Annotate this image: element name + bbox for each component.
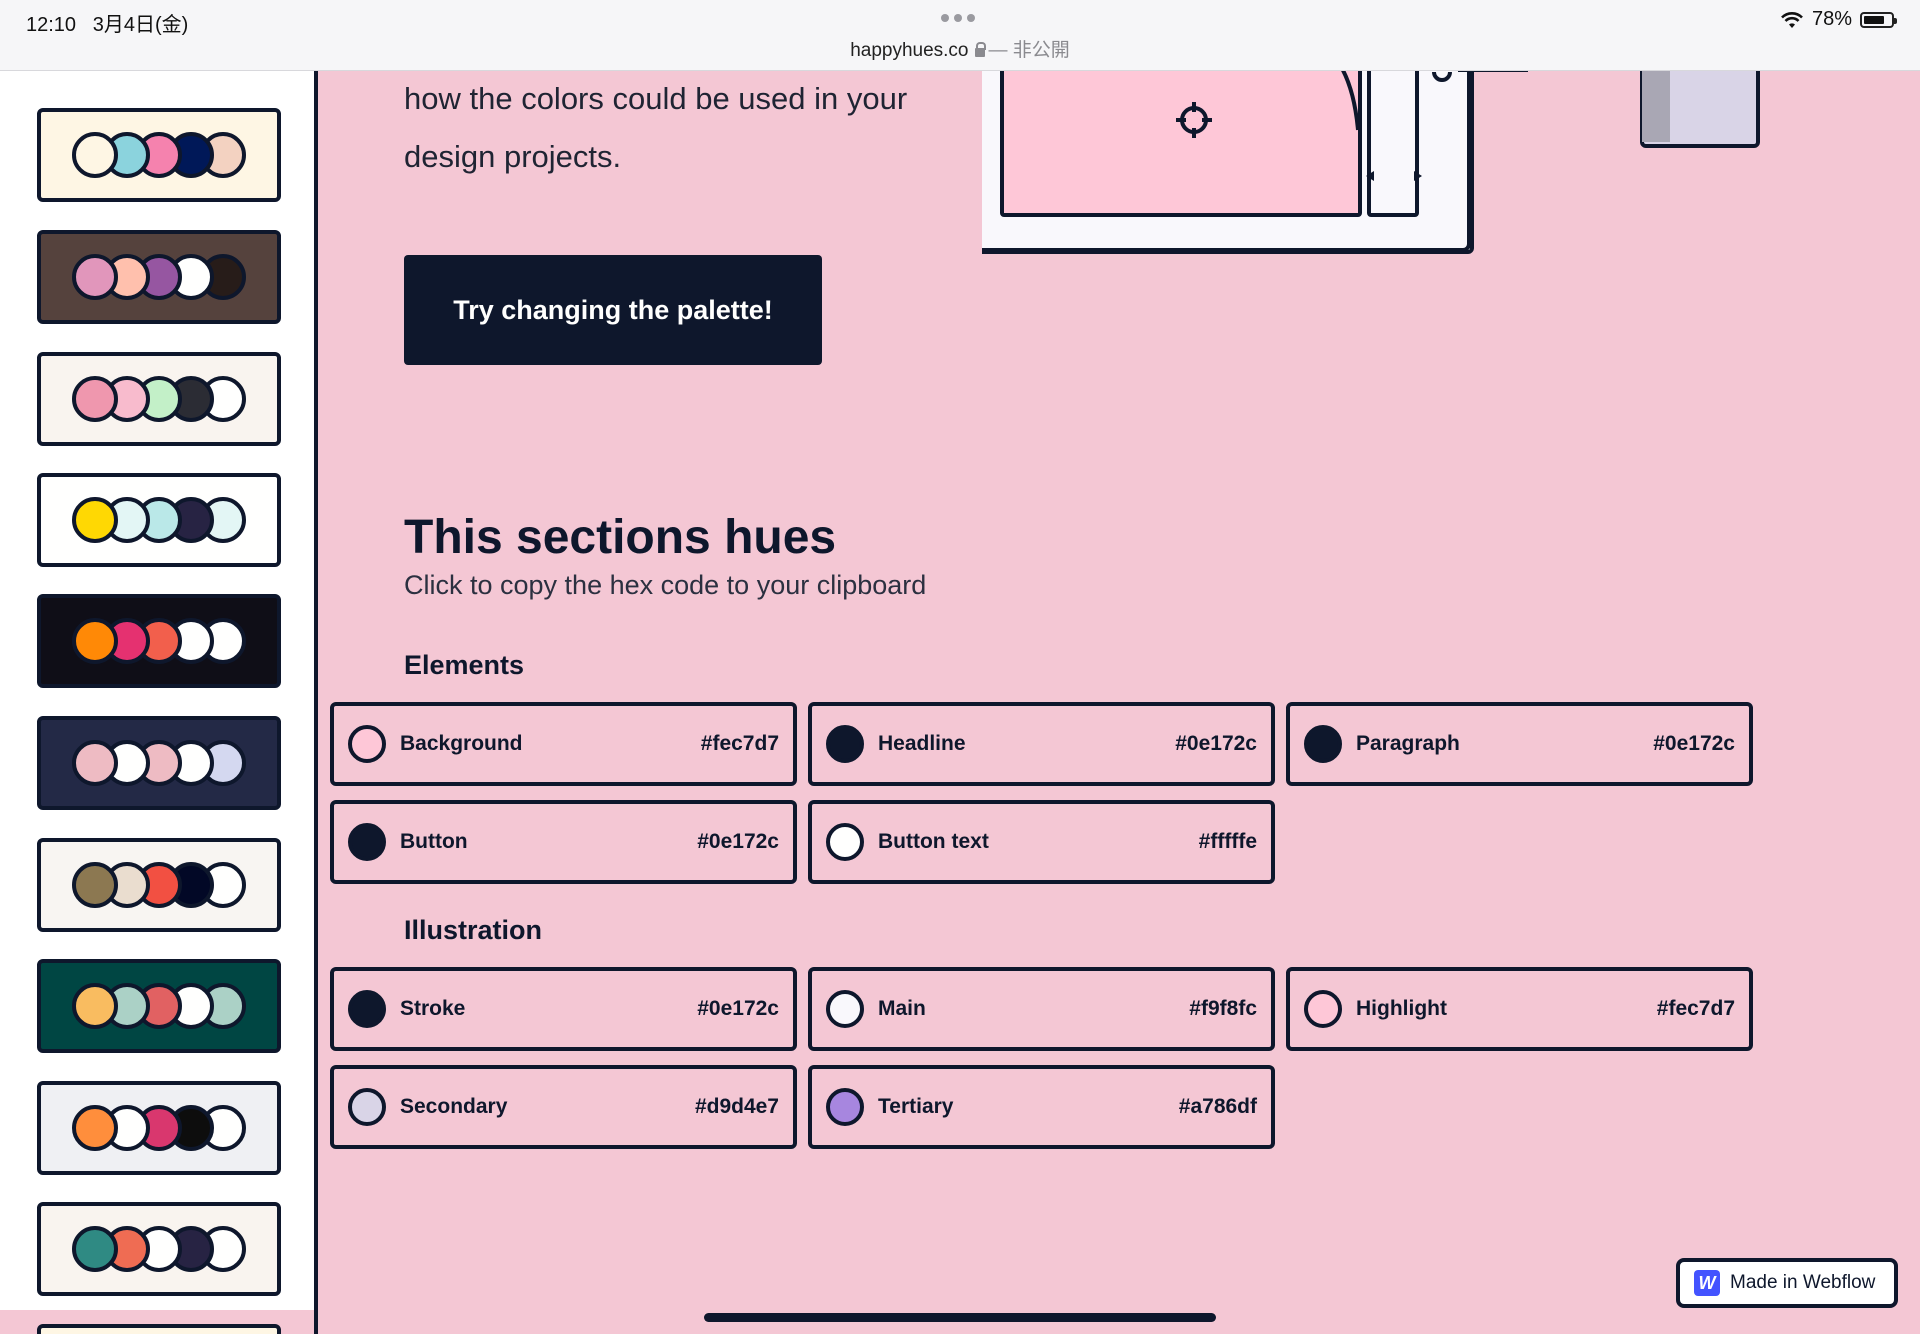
- hue-name: Secondary: [400, 1095, 508, 1118]
- color-dot: [826, 1088, 864, 1126]
- palette-card[interactable]: [37, 716, 281, 810]
- palette-card[interactable]: [37, 473, 281, 567]
- swatch-circle: [72, 740, 118, 786]
- hue-name: Background: [400, 732, 523, 755]
- swatch-circle: [72, 376, 118, 422]
- intro-paragraph: how the colors could be used in your des…: [404, 81, 908, 174]
- hue-name: Stroke: [400, 997, 466, 1020]
- hue-name: Button: [400, 830, 468, 853]
- hue-hex: #0e172c: [697, 830, 779, 853]
- palette-swatches: [72, 254, 246, 300]
- section-subtitle: Click to copy the hex code to your clipb…: [404, 570, 927, 600]
- hue-card-button-text[interactable]: Button text #fffffe: [808, 800, 1275, 884]
- swatch-circle: [72, 1105, 118, 1151]
- change-palette-button[interactable]: Try changing the palette!: [404, 255, 822, 365]
- status-bar: 12:10 3月4日(金) happyhues.co — 非公開 78%: [0, 0, 1920, 71]
- hue-card-paragraph[interactable]: Paragraph #0e172c: [1286, 702, 1753, 786]
- hue-card-headline[interactable]: Headline #0e172c: [808, 702, 1275, 786]
- color-dot: [1304, 725, 1342, 763]
- home-indicator[interactable]: [704, 1313, 1216, 1322]
- palette-card[interactable]: [37, 1202, 281, 1296]
- palette-swatches: [72, 740, 246, 786]
- hue-hex: #fffffe: [1198, 830, 1257, 853]
- hue-card-background[interactable]: Background #fec7d7: [330, 702, 797, 786]
- swatch-circle: [72, 862, 118, 908]
- palette-card[interactable]: [37, 1081, 281, 1175]
- status-time: 12:10 3月4日(金): [26, 14, 189, 36]
- palette-swatches: [72, 983, 246, 1029]
- palette-card[interactable]: [37, 594, 281, 688]
- status-date: 3月4日(金): [92, 14, 189, 36]
- lock-icon: [974, 42, 986, 57]
- swatch-circle: [72, 1226, 118, 1272]
- color-dot: [348, 823, 386, 861]
- section-title: This sections hues: [404, 511, 837, 564]
- color-dot: [348, 990, 386, 1028]
- hue-name: Tertiary: [878, 1095, 954, 1118]
- color-dot: [826, 823, 864, 861]
- swatch-circle: [72, 132, 118, 178]
- swatch-circle: [72, 983, 118, 1029]
- palette-card[interactable]: [37, 108, 281, 202]
- hue-card-main[interactable]: Main #f9f8fc: [808, 967, 1275, 1051]
- hue-card-secondary[interactable]: Secondary #d9d4e7: [330, 1065, 797, 1149]
- more-dots-icon[interactable]: [941, 14, 975, 22]
- hue-name: Button text: [878, 830, 989, 853]
- hue-hex: #0e172c: [1175, 732, 1257, 755]
- palette-card-partial[interactable]: [37, 1324, 281, 1334]
- hue-card-button[interactable]: Button #0e172c: [330, 800, 797, 884]
- elements-heading: Elements: [404, 650, 525, 680]
- hue-hex: #f9f8fc: [1189, 997, 1257, 1020]
- hue-hex: #fec7d7: [700, 732, 779, 755]
- hue-hex: #0e172c: [697, 997, 779, 1020]
- wifi-icon: [1781, 11, 1803, 28]
- palette-swatches: [72, 1226, 246, 1272]
- hue-hex: #d9d4e7: [694, 1095, 779, 1118]
- color-dot: [1304, 990, 1342, 1028]
- hue-hex: #0e172c: [1653, 732, 1735, 755]
- illustration: [982, 70, 1760, 254]
- status-indicators: 78%: [1780, 8, 1897, 31]
- address-bar[interactable]: happyhues.co — 非公開: [0, 35, 1920, 62]
- palette-swatches: [72, 862, 246, 908]
- battery-icon: [1860, 11, 1897, 28]
- color-dot: [826, 725, 864, 763]
- palette-swatches: [72, 1105, 246, 1151]
- palette-swatches: [72, 376, 246, 422]
- palette-sidebar[interactable]: [0, 70, 318, 1334]
- hue-hex: #a786df: [1178, 1095, 1257, 1118]
- palette-card[interactable]: [37, 838, 281, 932]
- illustration-heading: Illustration: [404, 915, 543, 945]
- privacy-label: — 非公開: [988, 40, 1070, 61]
- battery-percent: 78%: [1811, 8, 1852, 30]
- hue-card-tertiary[interactable]: Tertiary #a786df: [808, 1065, 1275, 1149]
- palette-swatches: [72, 618, 246, 664]
- webflow-badge-label: Made in Webflow: [1730, 1272, 1876, 1293]
- color-dot: [348, 1088, 386, 1126]
- color-dot: [826, 990, 864, 1028]
- hue-name: Paragraph: [1356, 732, 1460, 755]
- webflow-logo-icon: W: [1694, 1270, 1720, 1296]
- palette-card[interactable]: [37, 230, 281, 324]
- swatch-circle: [72, 497, 118, 543]
- palette-card[interactable]: [37, 959, 281, 1053]
- swatch-circle: [72, 618, 118, 664]
- hue-card-stroke[interactable]: Stroke #0e172c: [330, 967, 797, 1051]
- hue-name: Headline: [878, 732, 966, 755]
- palette-card[interactable]: [37, 352, 281, 446]
- main-content: how the colors could be used in your des…: [322, 70, 1920, 1334]
- swatch-circle: [72, 254, 118, 300]
- hue-name: Highlight: [1356, 997, 1447, 1020]
- hue-card-highlight[interactable]: Highlight #fec7d7: [1286, 967, 1753, 1051]
- url-text: happyhues.co: [850, 40, 969, 61]
- hue-name: Main: [878, 997, 926, 1020]
- palette-swatches: [72, 497, 246, 543]
- hue-hex: #fec7d7: [1656, 997, 1735, 1020]
- color-dot: [348, 725, 386, 763]
- palette-swatches: [72, 132, 246, 178]
- made-in-webflow-badge[interactable]: W Made in Webflow: [1676, 1258, 1898, 1308]
